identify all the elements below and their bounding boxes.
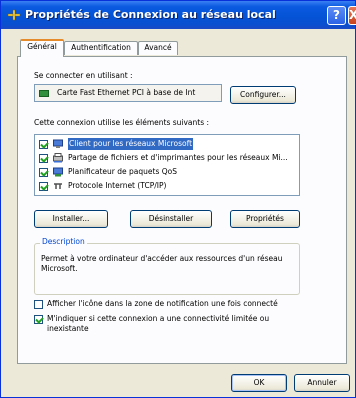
list-item-qos[interactable]: Planificateur de paquets QoS <box>39 166 297 179</box>
notify-limited-checkbox[interactable] <box>34 315 43 324</box>
list-item-ms-client[interactable]: Client pour les réseaux Microsoft <box>39 138 297 151</box>
install-button[interactable]: Installer... <box>34 210 108 228</box>
configure-button[interactable]: Configurer... <box>230 86 296 104</box>
notify-limited-label: M'indiquer si cette connexion a une conn… <box>47 314 270 333</box>
ms-client-label: Client pour les réseaux Microsoft <box>68 138 194 150</box>
tab-advanced[interactable]: Avancé <box>138 41 178 55</box>
network-connection-icon <box>7 9 21 21</box>
show-icon-label: Afficher l'icône dans la zone de notific… <box>47 299 278 308</box>
qos-label: Planificateur de paquets QoS <box>68 167 177 176</box>
close-button[interactable]: X <box>348 6 356 25</box>
qos-checkbox[interactable] <box>39 168 48 177</box>
components-label: Cette connexion utilise les éléments sui… <box>34 118 210 127</box>
description-legend: Description <box>40 237 87 246</box>
tab-authentication[interactable]: Authentification <box>64 41 138 55</box>
connect-using-label: Se connecter en utilisant : <box>34 71 133 80</box>
help-button[interactable]: ? <box>327 6 346 25</box>
list-item-file-sharing[interactable]: Partage de fichiers et d'imprimantes pou… <box>39 152 297 165</box>
file-printer-sharing-icon <box>53 153 63 163</box>
protocol-icon <box>54 183 62 189</box>
cancel-button[interactable]: Annuler <box>294 374 350 392</box>
file-sharing-label: Partage de fichiers et d'imprimantes pou… <box>68 153 288 162</box>
file-sharing-checkbox[interactable] <box>39 154 48 163</box>
tab-general[interactable]: Général <box>20 39 64 57</box>
ok-button[interactable]: OK <box>231 374 287 392</box>
ms-client-checkbox[interactable] <box>39 140 48 149</box>
window-title: Propriétés de Connexion au réseau local <box>25 8 276 21</box>
network-adapter-field: Carte Fast Ethernet PCI à base de Int <box>34 84 222 102</box>
network-adapter-name: Carte Fast Ethernet PCI à base de Int <box>57 88 196 97</box>
qos-scheduler-icon <box>53 167 63 177</box>
show-icon-checkbox[interactable] <box>34 300 43 309</box>
uninstall-button[interactable]: Désinstaller <box>130 210 212 228</box>
properties-button[interactable]: Propriétés <box>230 210 300 228</box>
list-item-tcpip[interactable]: Protocole Internet (TCP/IP) <box>39 180 297 193</box>
description-text: Permet à votre ordinateur d'accéder aux … <box>41 254 283 273</box>
components-list[interactable]: Client pour les réseaux Microsoft Partag… <box>34 134 300 196</box>
tcpip-label: Protocole Internet (TCP/IP) <box>68 181 167 190</box>
network-card-icon <box>39 90 49 97</box>
properties-dialog: Propriétés de Connexion au réseau local … <box>0 0 356 398</box>
tcpip-checkbox[interactable] <box>39 182 48 191</box>
title-bar[interactable]: Propriétés de Connexion au réseau local … <box>1 1 356 29</box>
network-client-icon <box>53 139 63 148</box>
